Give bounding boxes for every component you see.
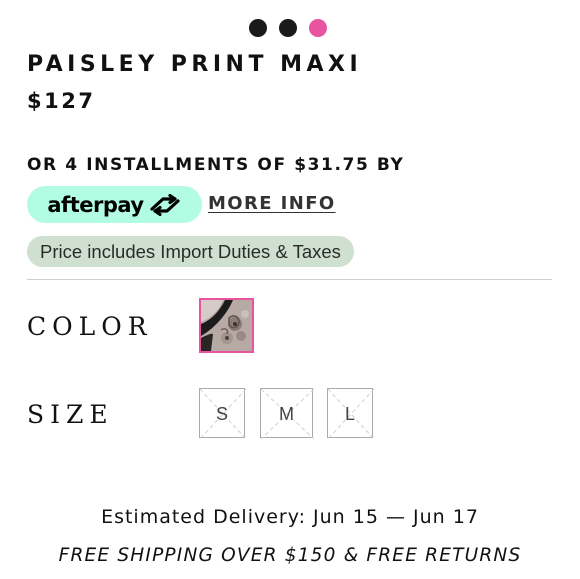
- installments-text: OR 4 INSTALLMENTS OF $31.75 BY: [27, 155, 405, 175]
- size-option-label: S: [215, 404, 228, 424]
- product-price: $127: [27, 89, 96, 113]
- size-option-label: M: [279, 404, 294, 424]
- duties-badge: Price includes Import Duties & Taxes: [27, 236, 354, 267]
- shipping-returns-note: FREE SHIPPING OVER $150 & FREE RETURNS: [58, 545, 522, 566]
- carousel-dot[interactable]: [279, 19, 297, 37]
- carousel-dots: [249, 19, 327, 37]
- paisley-swatch-image: [201, 300, 252, 351]
- size-option-m[interactable]: M: [260, 388, 314, 439]
- size-option-label: L: [344, 404, 355, 424]
- more-info-link[interactable]: MORE INFO: [208, 193, 336, 214]
- product-title: PAISLEY PRINT MAXI: [27, 52, 363, 77]
- carousel-dot[interactable]: [249, 19, 267, 37]
- estimated-delivery: Estimated Delivery: Jun 15 — Jun 17: [101, 506, 479, 528]
- divider: [27, 279, 552, 280]
- color-label: COLOR: [27, 312, 153, 341]
- size-option-s[interactable]: S: [199, 388, 246, 439]
- afterpay-badge[interactable]: afterpay: [27, 186, 202, 223]
- carousel-dot-active[interactable]: [309, 19, 327, 37]
- size-option-l[interactable]: L: [327, 388, 374, 439]
- color-swatch-selected[interactable]: [199, 298, 254, 353]
- duties-text: Price includes Import Duties & Taxes: [40, 240, 341, 262]
- afterpay-arrows-icon: [149, 193, 180, 216]
- size-label: SIZE: [27, 400, 114, 429]
- afterpay-label: afterpay: [47, 192, 144, 217]
